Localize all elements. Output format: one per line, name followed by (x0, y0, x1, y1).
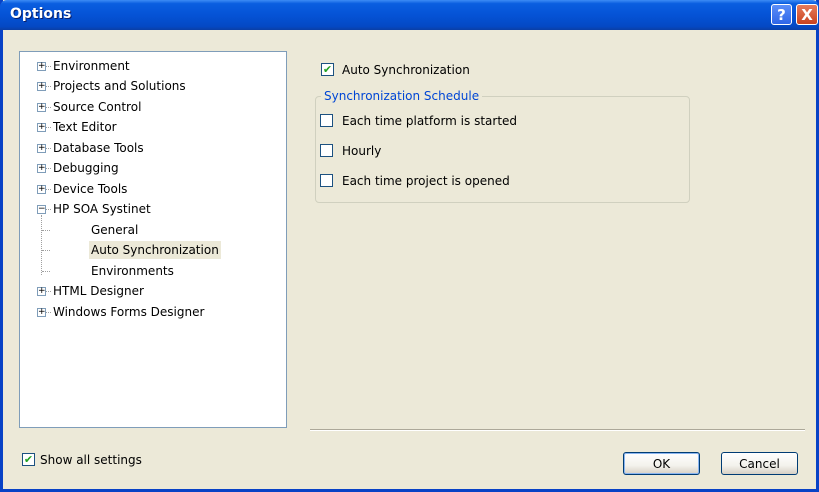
tree-item-label: Auto Synchronization (89, 241, 221, 259)
tree-item-label: Device Tools (53, 182, 128, 196)
tree-connector (42, 271, 50, 272)
help-icon: ? (777, 5, 786, 24)
auto-sync-label: Auto Synchronization (342, 63, 470, 77)
hourly-checkbox[interactable] (320, 144, 333, 157)
sync-schedule-legend: Synchronization Schedule (321, 89, 483, 103)
hourly-label: Hourly (342, 144, 382, 158)
project-opened-checkbox[interactable] (320, 174, 333, 187)
expand-icon[interactable]: + (37, 62, 46, 71)
cancel-button[interactable]: Cancel (721, 452, 798, 475)
tree-connector (42, 230, 50, 231)
expand-icon[interactable]: + (37, 308, 46, 317)
expand-icon[interactable]: + (37, 144, 46, 153)
close-button[interactable]: X (796, 4, 818, 25)
collapse-icon[interactable]: − (37, 205, 46, 214)
expand-icon[interactable]: + (37, 82, 46, 91)
footer-separator (310, 429, 805, 431)
tree-connector (41, 215, 42, 275)
options-dialog: Options ? X + Environment + Projects and… (0, 0, 819, 492)
tree-item-label: General (91, 223, 139, 237)
project-opened-label: Each time project is opened (342, 174, 510, 188)
tree-item-label: Debugging (53, 161, 119, 175)
dialog-title: Options (10, 6, 72, 22)
expand-icon[interactable]: + (37, 185, 46, 194)
tree-item-label: Environments (91, 264, 174, 278)
tree-item-label: Text Editor (53, 120, 117, 134)
expand-icon[interactable]: + (37, 287, 46, 296)
tree-item-label: Database Tools (53, 141, 144, 155)
tree-item-label: HP SOA Systinet (53, 202, 151, 216)
ok-button[interactable]: OK (623, 452, 700, 475)
expand-icon[interactable]: + (37, 123, 46, 132)
show-all-settings-checkbox[interactable]: ✔ (22, 453, 35, 466)
tree-item-label: HTML Designer (53, 284, 144, 298)
auto-sync-checkbox[interactable]: ✔ (321, 63, 334, 76)
title-bar[interactable]: Options ? X (0, 0, 819, 30)
platform-started-checkbox[interactable] (320, 114, 333, 127)
tree-item-label: Environment (53, 59, 130, 73)
close-icon: X (801, 5, 813, 24)
expand-icon[interactable]: + (37, 103, 46, 112)
platform-started-label: Each time platform is started (342, 114, 518, 128)
show-all-settings-label: Show all settings (40, 453, 142, 467)
expand-icon[interactable]: + (37, 164, 46, 173)
options-tree[interactable]: + Environment + Projects and Solutions +… (19, 51, 287, 428)
tree-item-label: Windows Forms Designer (53, 305, 205, 319)
tree-item-label: Source Control (53, 100, 142, 114)
tree-item-label: Projects and Solutions (53, 79, 186, 93)
help-button[interactable]: ? (771, 4, 792, 25)
tree-connector (42, 250, 50, 251)
